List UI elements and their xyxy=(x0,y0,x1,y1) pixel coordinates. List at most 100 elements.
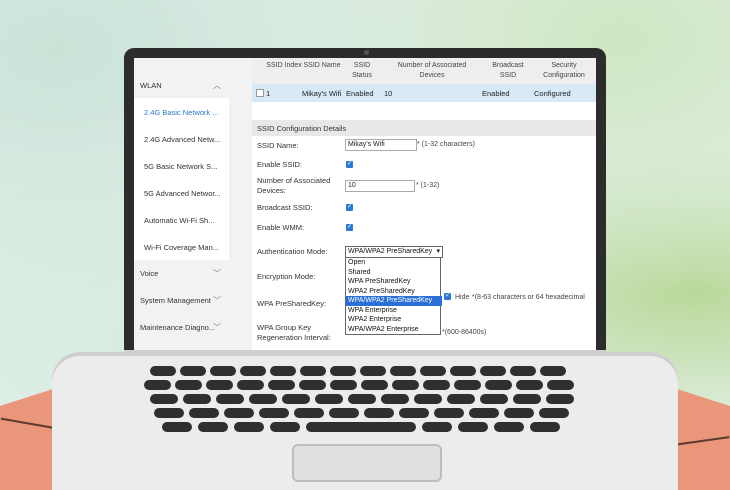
section-title: SSID Configuration Details xyxy=(252,120,596,136)
keyboard-key xyxy=(329,408,359,418)
sidebar-group-maintenance[interactable]: Maintenance Diagno... ﹀ xyxy=(134,314,229,340)
table-row[interactable]: 1 Mikay's Wifi Enabled 10 Enabled Config… xyxy=(252,84,596,102)
sidebar-group-label: Maintenance Diagno... xyxy=(140,323,216,332)
sidebar-group-wlan[interactable]: WLAN ︿ xyxy=(134,72,229,98)
table-cell: 1 xyxy=(266,89,271,98)
devices-label: Number of Associated Devices: xyxy=(257,176,331,195)
auth-option-wpa-psk[interactable]: WPA PreSharedKey xyxy=(346,277,442,287)
keyboard-key xyxy=(206,380,233,390)
devices-input[interactable]: 10 xyxy=(345,180,415,192)
keyboard-key xyxy=(516,380,543,390)
enable-ssid-checkbox[interactable]: ✓ xyxy=(346,161,353,168)
sidebar-group-voice[interactable]: Voice ﹀ xyxy=(134,260,229,286)
auth-option-open[interactable]: Open xyxy=(346,258,442,268)
hide-label: Hide xyxy=(455,294,470,301)
table-cell: Enabled xyxy=(482,89,510,98)
chevron-up-icon: ︿ xyxy=(213,81,221,90)
keyboard-key xyxy=(249,394,277,404)
keyboard-key xyxy=(469,408,499,418)
broadcast-ssid-label: Broadcast SSID: xyxy=(257,203,313,212)
keyboard-key xyxy=(399,408,429,418)
enable-wmm-label: Enable WMM: xyxy=(257,223,305,232)
keyboard-key xyxy=(330,366,356,376)
keyboard-key xyxy=(364,408,394,418)
ssid-name-input[interactable]: Mikay's Wifi xyxy=(345,139,417,151)
ssid-name-label: SSID Name: xyxy=(257,141,299,150)
keyboard-key xyxy=(150,394,178,404)
auth-option-shared[interactable]: Shared xyxy=(346,268,442,278)
sidebar-item-24g-basic[interactable]: 2.4G Basic Network ... xyxy=(134,98,229,126)
keyboard-key xyxy=(306,422,416,432)
keyboard-key xyxy=(414,394,442,404)
keyboard-key xyxy=(224,408,254,418)
sidebar-group-system[interactable]: System Management ﹀ xyxy=(134,287,229,313)
sidebar-group-label: Voice xyxy=(140,269,159,278)
table-cell: Enabled xyxy=(346,89,374,98)
ssid-name-hint: * (1-32 characters) xyxy=(417,141,475,148)
keyboard-key xyxy=(210,366,236,376)
keyboard-key xyxy=(434,408,464,418)
keyboard-key xyxy=(504,408,534,418)
sidebar-item-5g-advanced[interactable]: 5G Advanced Networ... xyxy=(134,179,229,207)
sidebar-group-label: System Management xyxy=(140,296,211,305)
keyboard-key xyxy=(144,380,171,390)
keyboard-key xyxy=(485,380,512,390)
keyboard-key xyxy=(162,422,192,432)
auth-option-wpa2-psk[interactable]: WPA2 PreSharedKey xyxy=(346,287,442,297)
keyboard-key xyxy=(175,380,202,390)
keyboard-key xyxy=(423,380,450,390)
broadcast-ssid-checkbox[interactable]: ✓ xyxy=(346,204,353,211)
column-header: Security Configuration xyxy=(543,62,585,79)
sidebar-item-auto-wifi[interactable]: Automatic Wi-Fi Sh... xyxy=(134,206,229,234)
enable-ssid-label: Enable SSID: xyxy=(257,160,303,169)
keyboard-key xyxy=(183,394,211,404)
laptop-screen: WLAN ︿ 2.4G Basic Network ... 2.4G Advan… xyxy=(134,58,596,350)
psk-hint: *(8-63 characters or 64 hexadecimal xyxy=(472,294,585,301)
hide-checkbox[interactable]: ✓ xyxy=(444,293,451,300)
keyboard-key xyxy=(480,394,508,404)
keyboard-key xyxy=(361,380,388,390)
keyboard-key xyxy=(392,380,419,390)
chevron-down-icon: ▾ xyxy=(436,248,440,255)
auth-mode-dropdown-list: Open Shared WPA PreSharedKey WPA2 PreSha… xyxy=(345,257,442,335)
sidebar-gutter xyxy=(229,58,252,350)
auth-option-wpa-wpa2-psk[interactable]: WPA/WPA2 PreSharedKey xyxy=(346,296,442,306)
row-checkbox[interactable] xyxy=(256,89,264,97)
auth-option-wpa2-enterprise[interactable]: WPA2 Enterprise xyxy=(346,315,442,325)
sidebar: WLAN ︿ 2.4G Basic Network ... 2.4G Advan… xyxy=(134,58,229,350)
keyboard-key xyxy=(458,422,488,432)
keyboard-key xyxy=(282,394,310,404)
sidebar-item-24g-advanced[interactable]: 2.4G Advanced Netw... xyxy=(134,125,229,153)
table-cell: Mikay's Wifi xyxy=(302,89,342,98)
sidebar-item-label: Automatic Wi-Fi Sh... xyxy=(144,216,215,225)
sidebar-item-label: 2.4G Basic Network ... xyxy=(144,108,219,117)
keyboard-key xyxy=(539,408,569,418)
sidebar-item-5g-basic[interactable]: 5G Basic Network S... xyxy=(134,152,229,180)
keyboard-key xyxy=(390,366,416,376)
encryption-mode-label: Encryption Mode: xyxy=(257,272,316,281)
column-header: Number of Associated Devices xyxy=(397,62,467,79)
keyboard-key xyxy=(315,394,343,404)
sidebar-item-wifi-coverage[interactable]: Wi-Fi Coverage Man... xyxy=(134,233,229,261)
auth-option-wpa-enterprise[interactable]: WPA Enterprise xyxy=(346,306,442,316)
sidebar-item-label: 2.4G Advanced Netw... xyxy=(144,135,221,144)
keyboard-key xyxy=(454,380,481,390)
keyboard-key xyxy=(330,380,357,390)
keyboard-key xyxy=(447,394,475,404)
keyboard-key xyxy=(198,422,228,432)
chevron-down-icon: ﹀ xyxy=(213,323,221,332)
keyboard-key xyxy=(530,422,560,432)
column-header: Broadcast SSID xyxy=(492,62,524,79)
keyboard-key xyxy=(270,422,300,432)
devices-hint: * (1-32) xyxy=(416,182,440,189)
keyboard-key xyxy=(513,394,541,404)
column-header: SSID Index xyxy=(266,62,302,69)
enable-wmm-checkbox[interactable]: ✓ xyxy=(346,224,353,231)
auth-option-wpa-wpa2-enterprise[interactable]: WPA/WPA2 Enterprise xyxy=(346,325,442,335)
chevron-down-icon: ﹀ xyxy=(213,269,221,278)
keyboard-key xyxy=(422,422,452,432)
keyboard-key xyxy=(381,394,409,404)
sidebar-group-label: WLAN xyxy=(140,81,162,90)
keyboard-key xyxy=(360,366,386,376)
table-cell: 10 xyxy=(384,89,393,98)
